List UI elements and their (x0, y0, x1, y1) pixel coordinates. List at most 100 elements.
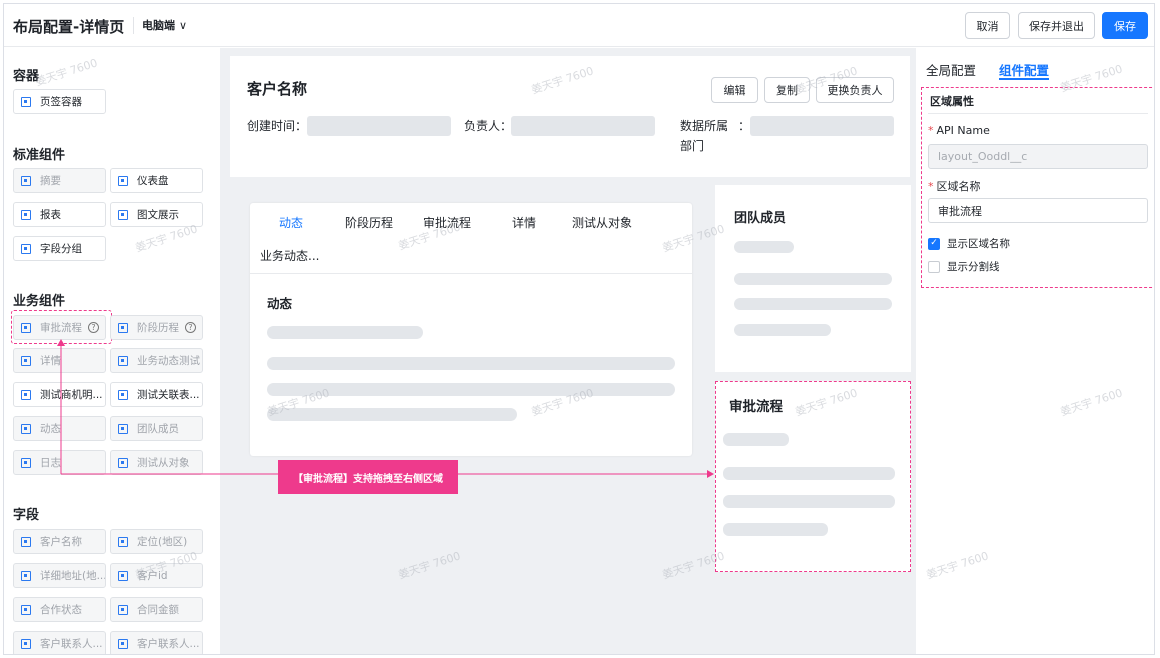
palette-item[interactable]: 测试关联表... (110, 382, 203, 407)
component-icon (118, 322, 128, 333)
skeleton-line (267, 383, 675, 396)
show-divider-checkbox[interactable]: 显示分割线 (928, 259, 1000, 274)
drag-hint-label: 【审批流程】支持拖拽至右侧区域 (278, 460, 458, 494)
component-icon (21, 570, 31, 581)
section-title-business: 业务组件 (13, 294, 66, 309)
component-icon (21, 389, 31, 400)
layout-canvas: 客户名称 编辑 复制 更换负责人 创建时间： 负责人： 数据所属 ： 部门 动态… (220, 48, 916, 654)
tab-approval[interactable]: 审批流程 (423, 214, 471, 231)
customer-name: 客户名称 (247, 80, 308, 98)
region-properties-title: 区域属性 (930, 95, 974, 108)
skeleton-line (267, 357, 675, 370)
palette-item[interactable]: 字段分组 (13, 236, 106, 261)
owner-label: 负责人： (464, 119, 513, 133)
checkbox-icon[interactable] (928, 260, 940, 273)
tab-details[interactable]: 详情 (512, 214, 536, 231)
device-label: 电脑端 (142, 19, 175, 32)
palette-item-approval[interactable]: 审批流程? (13, 315, 106, 340)
top-bar: 布局配置-详情页 电脑端 ∨ 取消 保存并退出 保存 (4, 4, 1154, 47)
field-item[interactable]: 客户名称 (13, 529, 106, 554)
palette-item[interactable]: 仪表盘 (110, 168, 203, 193)
api-name-field[interactable]: layout_Ooddl__c (928, 144, 1148, 169)
component-icon (21, 457, 31, 468)
tab-business-dynamic[interactable]: 业务动态... (260, 247, 319, 264)
api-name-label: * API Name (928, 124, 990, 137)
tab-component-config[interactable]: 组件配置 (999, 60, 1049, 79)
tab-global-config[interactable]: 全局配置 (926, 60, 976, 79)
copy-button[interactable]: 复制 (764, 77, 810, 103)
tab-dynamic[interactable]: 动态 (279, 214, 303, 231)
region-name-label: * 区域名称 (928, 180, 981, 193)
component-icon (118, 457, 128, 468)
app-window: 布局配置-详情页 电脑端 ∨ 取消 保存并退出 保存 容器 页签容器 标准组件 … (3, 3, 1155, 655)
region-name-field[interactable]: 审批流程 (928, 198, 1148, 223)
dept-label-2: 部门 (680, 139, 705, 153)
skeleton-line (267, 326, 423, 339)
component-palette: 容器 页签容器 标准组件 摘要 仪表盘 报表 图文展示 字段分组 业务组件 审批… (4, 48, 220, 654)
section-title-standard: 标准组件 (13, 148, 66, 163)
edit-button[interactable]: 编辑 (711, 77, 758, 103)
palette-item[interactable]: 日志 (13, 450, 106, 475)
component-icon (21, 355, 31, 366)
field-item[interactable]: 合作状态 (13, 597, 106, 622)
component-icon (118, 570, 128, 581)
device-selector[interactable]: 电脑端 ∨ (142, 17, 187, 33)
skeleton-line (734, 273, 892, 285)
component-icon (118, 638, 128, 649)
approval-flow-title: 审批流程 (729, 399, 783, 415)
palette-item[interactable]: 动态 (13, 416, 106, 441)
palette-item[interactable]: 团队成员 (110, 416, 203, 441)
tab-content-title: 动态 (267, 296, 293, 311)
skeleton-line (723, 467, 895, 480)
created-time-label: 创建时间： (247, 119, 308, 133)
skeleton-line (734, 241, 794, 253)
team-members-card[interactable]: 团队成员 (715, 185, 911, 372)
header-card[interactable]: 客户名称 编辑 复制 更换负责人 创建时间： 负责人： 数据所属 ： 部门 (230, 56, 910, 177)
palette-item[interactable]: 页签容器 (13, 89, 106, 114)
palette-item[interactable]: 详情 (13, 348, 106, 373)
change-owner-button[interactable]: 更换负责人 (816, 77, 894, 103)
field-item[interactable]: 详细地址(地... (13, 563, 106, 588)
help-icon[interactable]: ? (185, 322, 196, 333)
field-item[interactable]: 客户id (110, 563, 203, 588)
palette-item[interactable]: 测试从对象 (110, 450, 203, 475)
show-name-checkbox[interactable]: ✓ 显示区域名称 (928, 236, 1010, 251)
checkbox-checked-icon[interactable]: ✓ (928, 237, 940, 250)
component-icon (21, 638, 31, 649)
skeleton-line (734, 324, 831, 336)
palette-item[interactable]: 阶段历程? (110, 315, 203, 340)
field-item[interactable]: 客户联系人... (13, 631, 106, 654)
properties-panel: 全局配置 组件配置 区域属性 * API Name layout_Ooddl__c… (916, 48, 1154, 654)
divider (928, 113, 1148, 114)
section-title-containers: 容器 (13, 69, 40, 84)
section-title-fields: 字段 (13, 508, 40, 523)
tab-test-sub-object[interactable]: 测试从对象 (572, 214, 632, 231)
field-item[interactable]: 合同金额 (110, 597, 203, 622)
component-icon (21, 96, 31, 107)
created-time-value (307, 116, 451, 136)
palette-item[interactable]: 图文展示 (110, 202, 203, 227)
field-item[interactable]: 客户联系人... (110, 631, 203, 654)
help-icon[interactable]: ? (88, 322, 99, 333)
component-icon (118, 175, 128, 186)
palette-item[interactable]: 测试商机明... (13, 382, 106, 407)
save-exit-button[interactable]: 保存并退出 (1018, 12, 1095, 39)
component-icon (21, 423, 31, 434)
dept-colon: ： (738, 119, 751, 133)
palette-item[interactable]: 业务动态测试 (110, 348, 203, 373)
active-tab-indicator (999, 78, 1049, 80)
palette-item[interactable]: 报表 (13, 202, 106, 227)
skeleton-line (734, 298, 892, 310)
palette-item[interactable]: 摘要 (13, 168, 106, 193)
field-item[interactable]: 定位(地区) (110, 529, 203, 554)
approval-flow-drop-card[interactable]: 审批流程 (715, 381, 911, 572)
region-properties: 区域属性 * API Name layout_Ooddl__c * 区域名称 审批流… (921, 87, 1154, 288)
component-icon (21, 322, 31, 333)
component-icon (21, 209, 31, 220)
component-icon (21, 604, 31, 615)
cancel-button[interactable]: 取消 (965, 12, 1010, 39)
component-icon (118, 355, 128, 366)
tabs-container[interactable]: 动态 阶段历程 审批流程 详情 测试从对象 业务动态... 动态 (250, 203, 692, 456)
tab-stage-history[interactable]: 阶段历程 (345, 214, 393, 231)
save-button[interactable]: 保存 (1102, 12, 1148, 39)
